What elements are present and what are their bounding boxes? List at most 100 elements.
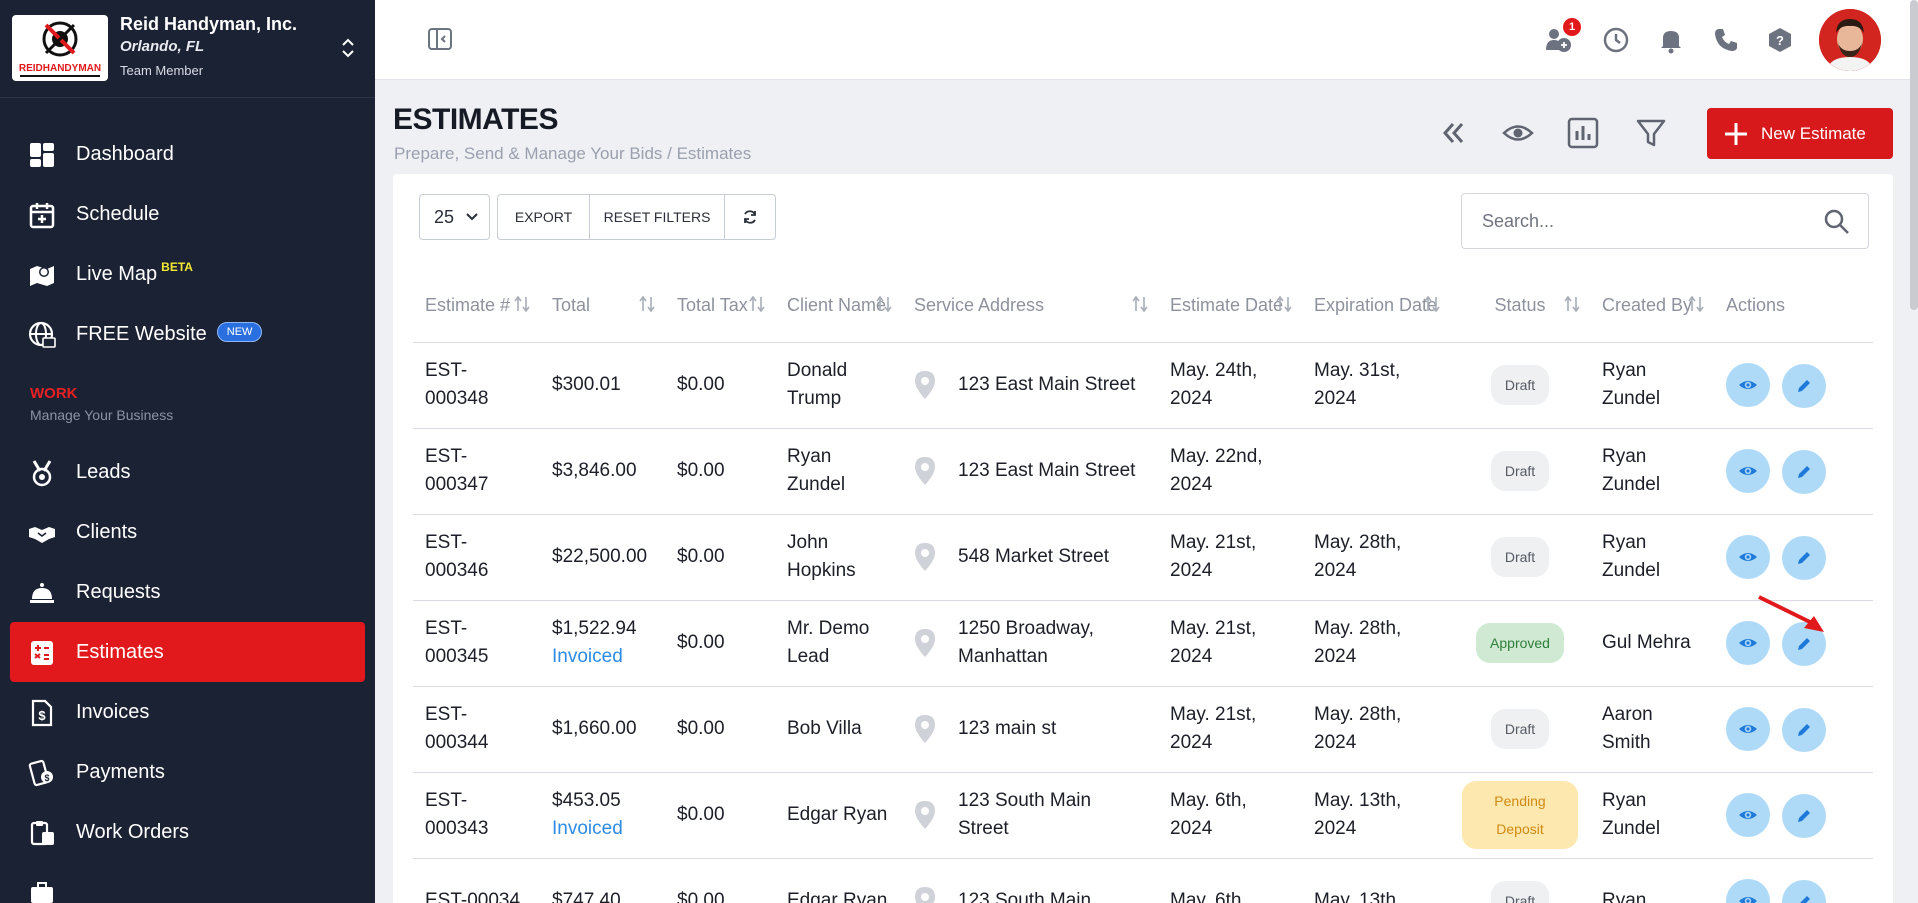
view-button[interactable] bbox=[1726, 706, 1770, 751]
company-switcher[interactable]: REIDHANDYMAN Reid Handyman, Inc. Orlando… bbox=[0, 0, 375, 98]
cell-created-by: Gul Mehra bbox=[1590, 600, 1714, 687]
search-input[interactable] bbox=[1463, 195, 1803, 247]
eye-icon bbox=[1738, 547, 1758, 567]
sidebar-item-requests[interactable]: Requests bbox=[10, 562, 365, 622]
column-header-total-tax[interactable]: Total Tax bbox=[665, 268, 775, 343]
column-header-client-name[interactable]: Client Name bbox=[775, 268, 902, 343]
phone-icon[interactable] bbox=[1712, 26, 1740, 54]
sidebar-item-label: Schedule bbox=[76, 202, 160, 225]
view-button[interactable] bbox=[1726, 362, 1770, 407]
estimates-table: Estimate # Total Total Tax Client Name S… bbox=[413, 268, 1873, 903]
per-page-select[interactable]: 25 bbox=[419, 194, 490, 240]
edit-button[interactable] bbox=[1782, 707, 1826, 752]
page-scrollbar[interactable] bbox=[1910, 0, 1918, 310]
sidebar-item-estimates[interactable]: Estimates bbox=[10, 622, 365, 682]
sidebar-item-work-orders[interactable]: Work Orders bbox=[10, 802, 365, 862]
sort-icon[interactable] bbox=[1276, 295, 1292, 319]
edit-button[interactable] bbox=[1782, 363, 1826, 408]
edit-button[interactable] bbox=[1782, 793, 1826, 838]
report-chart-icon[interactable] bbox=[1566, 116, 1600, 150]
sidebar-item-live-map[interactable]: Live Map BETA bbox=[10, 244, 365, 304]
pencil-icon bbox=[1795, 893, 1813, 903]
cell-estimate-number[interactable]: EST-000346 bbox=[413, 514, 540, 601]
bell-icon[interactable] bbox=[1657, 26, 1685, 54]
sort-icon[interactable] bbox=[1132, 295, 1148, 319]
sort-icon[interactable] bbox=[876, 295, 892, 319]
cell-service-address: 123 East Main Street bbox=[902, 342, 1158, 429]
sidebar-item-dashboard[interactable]: Dashboard bbox=[10, 124, 365, 184]
cell-total: $453.05 Invoiced bbox=[540, 772, 665, 859]
sidebar-item-label: Payments bbox=[76, 760, 165, 783]
refresh-icon bbox=[744, 210, 756, 224]
view-button[interactable] bbox=[1726, 534, 1770, 579]
column-header-service-address[interactable]: Service Address bbox=[902, 268, 1158, 343]
column-header-estimate[interactable]: Estimate # bbox=[413, 268, 540, 343]
invoiced-link[interactable]: Invoiced bbox=[552, 815, 653, 843]
reset-filters-button[interactable]: RESET FILTERS bbox=[590, 195, 725, 239]
sidebar-item-clients[interactable]: Clients bbox=[10, 502, 365, 562]
table-row: EST-00034 $747.40 $0.00 Edgar Ryan 123 South… bbox=[413, 858, 1873, 903]
column-header-status[interactable]: Status bbox=[1450, 268, 1590, 343]
sort-icon[interactable] bbox=[1688, 295, 1704, 319]
collapse-double-chevron-icon[interactable] bbox=[1436, 116, 1470, 150]
sort-icon[interactable] bbox=[749, 295, 765, 319]
address-text: 548 Market Street bbox=[958, 546, 1110, 567]
new-estimate-button[interactable]: New Estimate bbox=[1707, 108, 1893, 159]
cell-created-by: Ryan Zundel bbox=[1590, 428, 1714, 515]
location-pin-icon bbox=[915, 371, 935, 399]
avatar[interactable] bbox=[1819, 9, 1881, 71]
cell-estimate-number[interactable]: EST-000347 bbox=[413, 428, 540, 515]
view-button[interactable] bbox=[1726, 878, 1770, 903]
sort-icon[interactable] bbox=[639, 295, 655, 319]
sidebar-item-label: Requests bbox=[76, 580, 161, 603]
cell-estimate-number[interactable]: EST-000344 bbox=[413, 686, 540, 773]
column-header-expiration-date[interactable]: Expiration Date bbox=[1302, 268, 1450, 343]
edit-button[interactable] bbox=[1782, 879, 1826, 903]
edit-button[interactable] bbox=[1782, 535, 1826, 580]
edit-button[interactable] bbox=[1782, 449, 1826, 494]
sidebar-item-leads[interactable]: Leads bbox=[10, 442, 365, 502]
clock-icon[interactable] bbox=[1602, 26, 1630, 54]
column-header-estimate-date[interactable]: Estimate Date bbox=[1158, 268, 1302, 343]
eye-icon[interactable] bbox=[1501, 116, 1535, 150]
page-title: ESTIMATES bbox=[393, 103, 558, 136]
cell-client-name: Donald Trump bbox=[775, 342, 902, 429]
sidebar-item-jobs[interactable] bbox=[10, 862, 365, 903]
cell-expiration-date: May. 28th, 2024 bbox=[1302, 600, 1450, 687]
sidebar-item-label: Clients bbox=[76, 520, 138, 543]
filter-icon[interactable] bbox=[1634, 116, 1668, 150]
breadcrumb: Prepare, Send & Manage Your Bids / Estim… bbox=[394, 144, 752, 163]
chevron-up-down-icon[interactable] bbox=[336, 34, 360, 62]
export-button[interactable]: EXPORT bbox=[498, 195, 590, 239]
cell-estimate-number[interactable]: EST-000348 bbox=[413, 342, 540, 429]
sort-icon[interactable] bbox=[1424, 295, 1440, 319]
cell-estimate-date: May. 6th, 2024 bbox=[1158, 772, 1302, 859]
refresh-button[interactable] bbox=[725, 195, 775, 239]
view-button[interactable] bbox=[1726, 792, 1770, 837]
column-header-created-by[interactable]: Created By bbox=[1590, 268, 1714, 343]
sort-icon[interactable] bbox=[514, 295, 530, 319]
sidebar-item-payments[interactable]: $ Payments bbox=[10, 742, 365, 802]
cell-estimate-number[interactable]: EST-00034 bbox=[413, 858, 540, 903]
cell-actions bbox=[1714, 514, 1873, 601]
sort-icon[interactable] bbox=[1564, 295, 1580, 319]
location-pin-icon bbox=[915, 887, 935, 903]
live-map-label: Live Map bbox=[76, 262, 158, 285]
sidebar-item-invoices[interactable]: $ Invoices bbox=[10, 682, 365, 742]
sidebar-item-free-website[interactable]: FREE Website NEW bbox=[10, 304, 365, 364]
table-row: EST-000345 $1,522.94 Invoiced $0.00 Mr. Demo… bbox=[413, 600, 1873, 687]
sidebar-toggle-icon[interactable] bbox=[427, 26, 453, 52]
help-icon[interactable]: ? bbox=[1766, 26, 1794, 54]
cell-service-address: 548 Market Street bbox=[902, 514, 1158, 601]
sidebar-item-label: Live Map BETA bbox=[76, 260, 193, 286]
cell-estimate-number[interactable]: EST-000345 bbox=[413, 600, 540, 687]
sidebar-item-schedule[interactable]: Schedule bbox=[10, 184, 365, 244]
view-button[interactable] bbox=[1726, 448, 1770, 493]
column-header-total[interactable]: Total bbox=[540, 268, 665, 343]
dashboard-icon bbox=[28, 141, 56, 169]
location-pin-icon bbox=[915, 801, 935, 829]
cell-expiration-date: May. 31st, 2024 bbox=[1302, 342, 1450, 429]
search-icon[interactable] bbox=[1824, 209, 1850, 235]
invoiced-link[interactable]: Invoiced bbox=[552, 643, 653, 671]
cell-estimate-number[interactable]: EST-000343 bbox=[413, 772, 540, 859]
